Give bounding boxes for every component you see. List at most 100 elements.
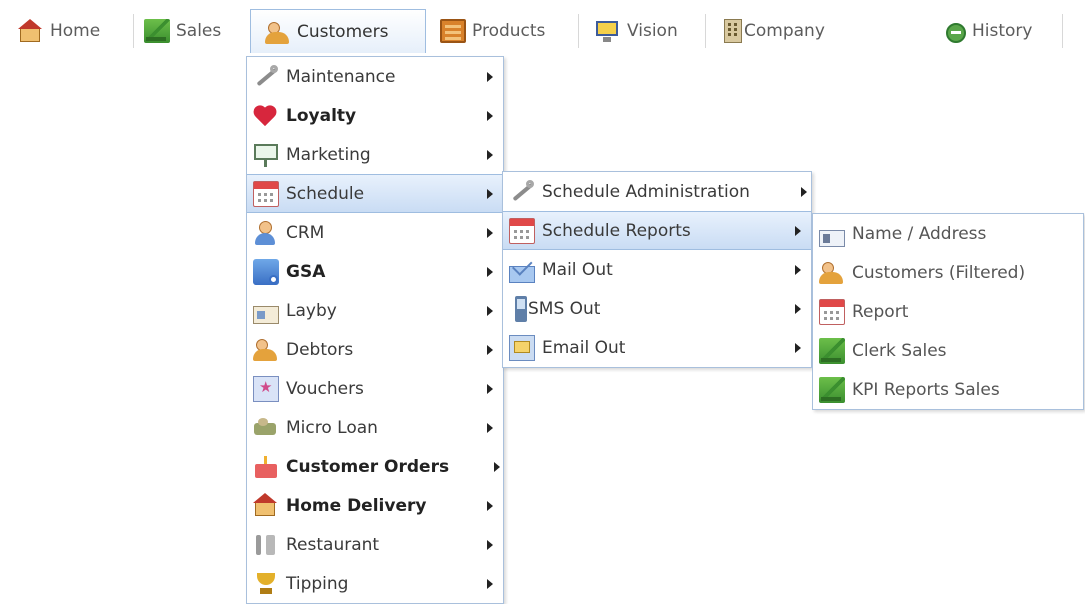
chart-icon (144, 19, 170, 43)
nav-vision[interactable]: Vision (595, 9, 678, 53)
menu-item-label: SMS Out (528, 298, 601, 319)
submenu-arrow-icon (494, 461, 500, 472)
menu-item-label: Schedule Administration (542, 181, 750, 202)
nav-company[interactable]: Company (720, 9, 825, 53)
gsa-icon (253, 258, 279, 285)
home-icon (18, 19, 44, 43)
submenu-arrow-icon (795, 225, 801, 236)
history-icon (946, 23, 966, 43)
menu-item-customers-filtered[interactable]: Customers (Filtered) (813, 253, 1083, 292)
email-icon (509, 334, 535, 361)
schedule-reports-submenu: Name / Address Customers (Filtered) Repo… (812, 213, 1084, 410)
menu-item-label: Schedule (286, 183, 365, 204)
nav-history-label: History (972, 21, 1033, 41)
nav-products[interactable]: Products (440, 9, 545, 53)
wrench-icon (253, 64, 279, 90)
menu-item-restaurant[interactable]: Restaurant (247, 525, 503, 564)
menu-item-schedule-reports[interactable]: Schedule Reports (503, 211, 811, 250)
building-icon (724, 19, 742, 43)
nav-home-label: Home (50, 21, 101, 41)
menu-item-label: Restaurant (286, 534, 380, 555)
menu-item-schedule[interactable]: Schedule (247, 174, 503, 213)
menu-item-label: Vouchers (286, 378, 364, 399)
submenu-arrow-icon (487, 578, 493, 589)
menu-item-label: Tipping (286, 573, 349, 594)
menu-item-label: Micro Loan (286, 417, 378, 438)
nav-divider (133, 14, 134, 48)
menu-item-loyalty[interactable]: Loyalty (247, 96, 503, 135)
home-delivery-icon (253, 492, 279, 519)
calendar-icon (819, 298, 845, 325)
submenu-arrow-icon (487, 149, 493, 160)
menu-item-schedule-administration[interactable]: Schedule Administration (503, 172, 811, 211)
menu-item-email-out[interactable]: Email Out (503, 328, 811, 367)
menu-item-label: Email Out (542, 337, 626, 358)
voucher-icon (253, 375, 279, 402)
menu-item-label: Customers (Filtered) (852, 262, 1026, 283)
menu-item-sms-out[interactable]: SMS Out (503, 289, 811, 328)
menu-item-label: Customer Orders (286, 456, 450, 477)
submenu-arrow-icon (487, 266, 493, 277)
submenu-arrow-icon (487, 383, 493, 394)
nav-products-label: Products (472, 21, 546, 41)
nav-history[interactable]: History (946, 9, 1032, 53)
menu-item-marketing[interactable]: Marketing (247, 135, 503, 174)
nav-customers-label: Customers (297, 21, 389, 42)
menu-item-tipping[interactable]: Tipping (247, 564, 503, 603)
menu-item-debtors[interactable]: Debtors (247, 330, 503, 369)
submenu-arrow-icon (487, 188, 493, 199)
submenu-arrow-icon (795, 342, 801, 353)
menu-item-micro-loan[interactable]: Micro Loan (247, 408, 503, 447)
menu-item-kpi-reports-sales[interactable]: KPI Reports Sales (813, 370, 1083, 409)
calendar-icon (509, 217, 535, 244)
submenu-arrow-icon (487, 227, 493, 238)
chart-icon (819, 337, 845, 364)
nav-sales-label: Sales (176, 21, 222, 41)
nav-customers[interactable]: Customers (250, 9, 426, 53)
submenu-arrow-icon (487, 71, 493, 82)
submenu-arrow-icon (487, 500, 493, 511)
menu-item-clerk-sales[interactable]: Clerk Sales (813, 331, 1083, 370)
menu-item-label: KPI Reports Sales (852, 379, 1000, 400)
menu-item-maintenance[interactable]: Maintenance (247, 57, 503, 96)
customers-icon (265, 20, 291, 44)
menu-item-mail-out[interactable]: Mail Out (503, 250, 811, 289)
debtors-icon (253, 337, 279, 363)
chart-icon (819, 376, 845, 403)
nav-vision-label: Vision (627, 21, 678, 41)
menu-item-label: Marketing (286, 144, 371, 165)
submenu-arrow-icon (487, 539, 493, 550)
menu-item-label: GSA (286, 261, 326, 282)
nav-sales[interactable]: Sales (144, 9, 221, 53)
submenu-arrow-icon (487, 305, 493, 316)
menu-item-home-delivery[interactable]: Home Delivery (247, 486, 503, 525)
phone-icon (515, 295, 527, 322)
schedule-submenu: Schedule Administration Schedule Reports… (502, 171, 812, 368)
menu-item-vouchers[interactable]: Vouchers (247, 369, 503, 408)
menu-item-label: Clerk Sales (852, 340, 947, 361)
menu-item-crm[interactable]: CRM (247, 213, 503, 252)
loan-icon (253, 415, 279, 441)
nav-company-label: Company (744, 21, 825, 41)
submenu-arrow-icon (795, 303, 801, 314)
nav-divider (578, 14, 579, 48)
card-icon (253, 305, 279, 324)
nav-home[interactable]: Home (18, 9, 100, 53)
menu-item-layby[interactable]: Layby (247, 291, 503, 330)
submenu-arrow-icon (487, 422, 493, 433)
board-icon (253, 142, 279, 168)
menu-item-label: Report (852, 301, 909, 322)
menu-item-label: Loyalty (286, 105, 357, 126)
wrench-icon (509, 179, 535, 205)
menu-item-name-address[interactable]: Name / Address (813, 214, 1083, 253)
trophy-icon (253, 571, 279, 597)
menu-item-customer-orders[interactable]: Customer Orders (247, 447, 503, 486)
mail-icon (509, 266, 535, 283)
heart-icon (253, 103, 279, 129)
menu-item-gsa[interactable]: GSA (247, 252, 503, 291)
menu-item-report[interactable]: Report (813, 292, 1083, 331)
calendar-icon (253, 180, 279, 207)
customers-dropdown-menu: Maintenance Loyalty Marketing Schedule C… (246, 56, 504, 604)
id-card-icon (819, 230, 845, 247)
menu-item-label: Debtors (286, 339, 354, 360)
